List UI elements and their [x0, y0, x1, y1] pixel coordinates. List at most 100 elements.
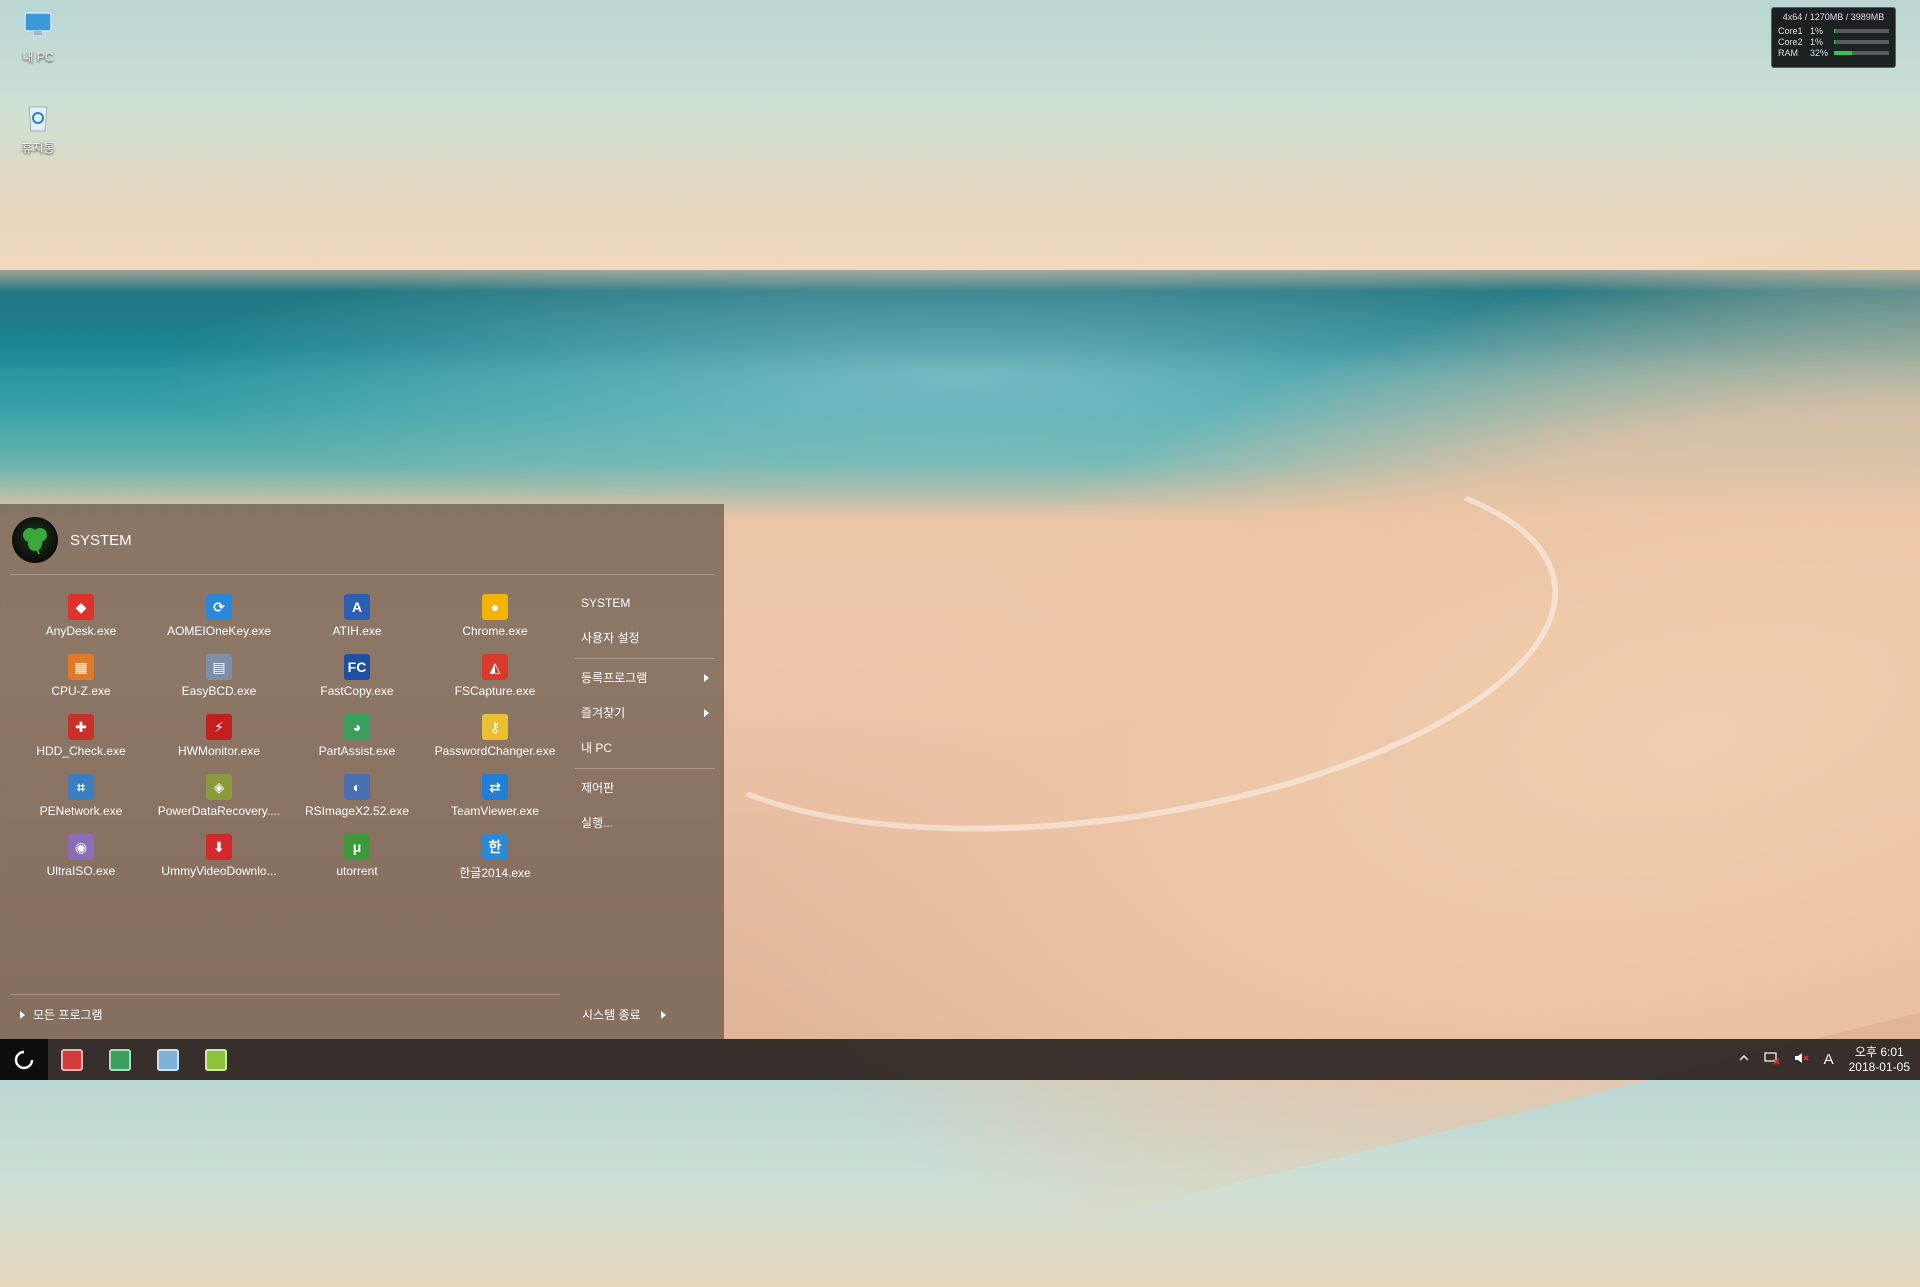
clover-icon: [23, 528, 47, 555]
rsimagex-icon: ◐: [344, 774, 370, 800]
start-button[interactable]: [0, 1039, 48, 1080]
acronis-icon: A: [344, 594, 370, 620]
start-menu-link[interactable]: SYSTEM: [575, 588, 715, 623]
system-monitor-widget: 4x64 / 1270MB / 3989MB Core1 1% Core2 1% RAM…: [1771, 7, 1896, 68]
app-shortcut-label: UltraISO.exe: [46, 864, 116, 878]
app-shortcut-label: PENetwork.exe: [39, 804, 123, 818]
taskbar-app-button[interactable]: [96, 1039, 144, 1080]
start-menu-link[interactable]: 내 PC: [575, 733, 715, 768]
teamviewer-icon: ⇄: [482, 774, 508, 800]
sysmon-usage-bar: [1834, 50, 1889, 55]
sysmon-row: Core1 1%: [1778, 25, 1889, 36]
submenu-arrow-icon: [704, 709, 709, 717]
app-shortcut[interactable]: A ATIH.exe: [288, 588, 426, 648]
app-shortcut[interactable]: ▦ CPU-Z.exe: [12, 648, 150, 708]
app-shortcut-label: TeamViewer.exe: [451, 804, 539, 818]
desktop-icon-label: 내 PC: [22, 50, 54, 64]
app-shortcut[interactable]: 한 한글2014.exe: [426, 828, 564, 888]
start-menu-link[interactable]: 제어판: [575, 773, 715, 808]
start-menu-right-column: SYSTEM 사용자 설정등록프로그램즐겨찾기내 PC 제어판실행...: [575, 588, 715, 843]
app-shortcut-label: AnyDesk.exe: [45, 624, 117, 638]
network-disconnected-icon[interactable]: [1763, 1051, 1780, 1068]
app-shortcut-label: AOMEIOneKey.exe: [167, 624, 271, 638]
app-shortcut[interactable]: FC FastCopy.exe: [288, 648, 426, 708]
start-menu-link[interactable]: 즐겨찾기: [575, 698, 715, 733]
system-tray: A 오후 6:01 2018-01-05: [1731, 1039, 1910, 1080]
app-shortcut[interactable]: ⇄ TeamViewer.exe: [426, 768, 564, 828]
taskbar-app-button[interactable]: [192, 1039, 240, 1080]
app-shortcut-label: utorrent: [336, 864, 378, 878]
app-shortcut[interactable]: ◆ AnyDesk.exe: [12, 588, 150, 648]
expand-arrow-icon: [20, 1010, 25, 1019]
aomei-onekey-icon: ⟳: [206, 594, 232, 620]
app-shortcut-label: UmmyVideoDownlo...: [161, 864, 277, 878]
volume-muted-icon[interactable]: [1794, 1051, 1810, 1068]
shutdown-options-arrow-icon[interactable]: [660, 1010, 666, 1019]
user-avatar: [12, 517, 58, 563]
shutdown-button[interactable]: 시스템 종료: [582, 1006, 666, 1023]
app-shortcut-label: FSCapture.exe: [454, 684, 536, 698]
taskbar-app-button[interactable]: [48, 1039, 96, 1080]
app-shortcut[interactable]: ◉ UltraISO.exe: [12, 828, 150, 888]
app-shortcut[interactable]: ✚ HDD_Check.exe: [12, 708, 150, 768]
app-shortcut[interactable]: ◈ PowerDataRecovery....: [150, 768, 288, 828]
show-hidden-icons-chevron-icon[interactable]: [1738, 1052, 1750, 1067]
app-shortcut-label: CPU-Z.exe: [51, 684, 111, 698]
start-menu-link[interactable]: 실행...: [575, 808, 715, 843]
app-shortcut-label: HDD_Check.exe: [36, 744, 126, 758]
app-shortcut-label: Chrome.exe: [462, 624, 528, 638]
sysmon-usage-bar: [1834, 39, 1889, 44]
app-shortcut[interactable]: ▤ EasyBCD.exe: [150, 648, 288, 708]
desktop-icon-recycle-bin[interactable]: 휴지통: [3, 99, 73, 156]
divider: [10, 574, 714, 575]
app-shortcut[interactable]: ⟳ AOMEIOneKey.exe: [150, 588, 288, 648]
desktop-icon-my-pc[interactable]: 내 PC: [3, 8, 73, 65]
app-shortcut[interactable]: ⌗ PENetwork.exe: [12, 768, 150, 828]
sysmon-usage-fill: [1834, 39, 1835, 44]
sysmon-row-label: Core2: [1778, 36, 1803, 47]
all-programs-button[interactable]: 모든 프로그램: [20, 1006, 103, 1023]
start-menu-link-label: SYSTEM: [581, 596, 631, 610]
app-shortcut[interactable]: ◐ RSImageX2.52.exe: [288, 768, 426, 828]
taskbar-clock[interactable]: 오후 6:01 2018-01-05: [1849, 1045, 1910, 1075]
chrome-icon: ●: [482, 594, 508, 620]
app-shortcut[interactable]: ⬇ UmmyVideoDownlo...: [150, 828, 288, 888]
app-shortcut[interactable]: ◭ FSCapture.exe: [426, 648, 564, 708]
app-shortcut[interactable]: ⚡ HWMonitor.exe: [150, 708, 288, 768]
fscapture-icon: ◭: [482, 654, 508, 680]
monitor-taskbar-icon: [205, 1048, 227, 1071]
sysmon-row-value: 32%: [1810, 47, 1829, 58]
sysmon-usage-fill: [1834, 28, 1835, 33]
partassist-taskbar-icon: [109, 1048, 131, 1071]
sysmon-row-label: Core1: [1778, 25, 1803, 36]
app-shortcut[interactable]: ⚷ PasswordChanger.exe: [426, 708, 564, 768]
app-shortcut-label: PartAssist.exe: [318, 744, 396, 758]
shutdown-label: 시스템 종료: [582, 1008, 641, 1022]
start-menu-link[interactable]: 사용자 설정: [575, 623, 715, 658]
start-menu-link[interactable]: 등록프로그램: [575, 663, 715, 698]
taskbar: A 오후 6:01 2018-01-05: [0, 1039, 1920, 1080]
start-menu-user[interactable]: SYSTEM: [12, 516, 132, 564]
start-menu-link-label: 제어판: [581, 781, 615, 795]
app-shortcut[interactable]: ◕ PartAssist.exe: [288, 708, 426, 768]
app-shortcut[interactable]: ● Chrome.exe: [426, 588, 564, 648]
sysmon-usage-bar: [1834, 28, 1889, 33]
sysmon-row: RAM 32%: [1778, 47, 1889, 58]
cpu-z-icon: ▦: [68, 654, 94, 680]
start-menu-link-label: 즐겨찾기: [581, 706, 626, 720]
desktop-icon-label: 휴지통: [21, 141, 55, 155]
taskbar-app-button[interactable]: [144, 1039, 192, 1080]
app-shortcut[interactable]: μ utorrent: [288, 828, 426, 888]
hwmonitor-icon: ⚡: [206, 714, 232, 740]
input-method-indicator[interactable]: A: [1824, 1051, 1834, 1068]
app-shortcut-label: RSImageX2.52.exe: [304, 804, 410, 818]
key-icon: ⚷: [482, 714, 508, 740]
start-menu: SYSTEM ◆ AnyDesk.exe ⟳ AOMEIOneKey.exe A ATIH…: [0, 504, 724, 1039]
network-icon: ⌗: [68, 774, 94, 800]
start-menu-link-label: 내 PC: [581, 741, 613, 755]
app-shortcut-label: 한글2014.exe: [459, 866, 531, 880]
hdd-check-icon: ✚: [68, 714, 94, 740]
easybcd-icon: ▤: [206, 654, 232, 680]
sysmon-row-value: 1%: [1810, 25, 1824, 36]
sysmon-row: Core2 1%: [1778, 36, 1889, 47]
